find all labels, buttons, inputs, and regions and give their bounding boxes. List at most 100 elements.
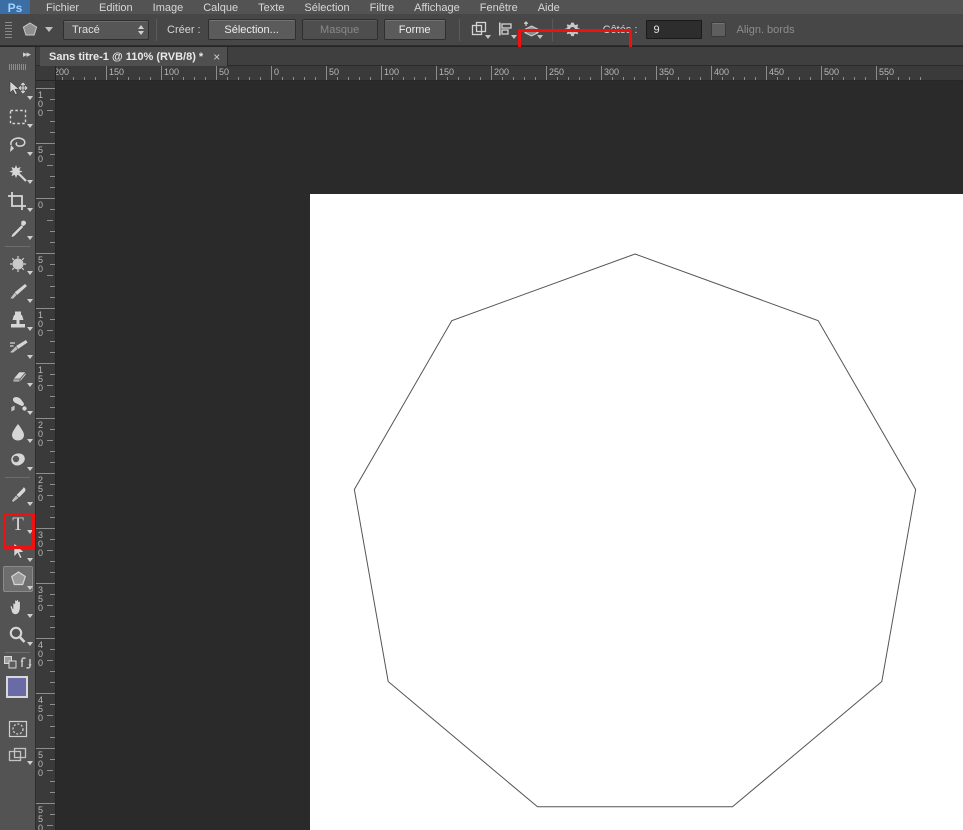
photoshop-window: Ps Fichier Edition Image Calque Texte Sé… [0,0,963,830]
ruler-label-v: 250 [38,475,44,503]
svg-text:T: T [12,514,24,533]
path-selection-tool[interactable] [0,537,36,565]
vertical-ruler[interactable]: 100 50 0 50 100 150 200 250 300 350 400 450 500 550 [36,81,56,830]
ruler-corner[interactable] [36,66,56,81]
sides-input[interactable]: 9 [646,20,703,39]
ruler-label-v: 500 [38,750,44,778]
options-bar-grip[interactable] [4,19,13,40]
shape-mode-select[interactable]: Tracé [63,19,149,40]
options-separator-2 [458,18,460,41]
ruler-label-v: 50 [38,145,44,164]
create-mask-button[interactable]: Masque [301,19,378,40]
quick-mask-icon[interactable] [0,716,36,742]
path-alignment-icon[interactable] [493,18,519,42]
create-shape-button[interactable]: Forme [383,19,446,40]
hand-tool[interactable] [0,593,36,621]
close-icon[interactable]: × [213,50,220,64]
screen-mode-icon[interactable] [0,742,36,768]
spot-healing-brush-tool[interactable] [0,250,36,278]
ruler-label-v: 400 [38,640,44,668]
ruler-label-h: 50 [219,67,230,77]
polygon-path-preview [353,253,917,808]
gear-icon[interactable] [560,18,586,42]
menu-item-edition[interactable]: Edition [89,2,143,14]
ruler-label-v: 200 [38,420,44,448]
menu-item-texte[interactable]: Texte [248,2,294,14]
horizontal-ruler[interactable]: 2001501005005010015020025030035040045050… [56,66,963,81]
menu-item-affichage[interactable]: Affichage [404,2,470,14]
ruler-label-h: 400 [714,67,730,77]
crop-tool[interactable] [0,187,36,215]
photoshop-logo-icon: Ps [0,0,30,14]
polygon-tool[interactable] [0,565,36,593]
ruler-label-h: 450 [769,67,785,77]
ruler-label-h: 550 [879,67,895,77]
blur-tool[interactable] [0,418,36,446]
tool-preset-chevron-down-icon[interactable] [45,27,53,32]
ruler-label-h: 150 [439,67,455,77]
color-controls-row [0,655,35,675]
menu-item-calque[interactable]: Calque [193,2,248,14]
eyedropper-tool[interactable] [0,215,36,243]
create-selection-button[interactable]: Sélection... [207,19,296,40]
document-tab[interactable]: Sans titre-1 @ 110% (RVB/8) * × [40,47,229,66]
stepper-arrows-icon[interactable] [138,24,144,35]
create-label: Créer : [167,23,201,36]
move-tool[interactable] [0,75,36,103]
options-separator-1 [156,18,157,41]
ruler-label-h: 50 [329,67,340,77]
path-operations-icon[interactable] [467,18,493,42]
foreground-color-swatch[interactable] [6,676,28,698]
ruler-label-h: 250 [549,67,565,77]
ruler-label-v: 150 [38,365,44,393]
tools-divider-3 [5,652,30,653]
photoshop-logo-text: Ps [7,1,23,14]
ruler-label-h: 100 [164,67,180,77]
ruler-label-h: 350 [659,67,675,77]
menu-item-fichier[interactable]: Fichier [36,2,89,14]
default-colors-icon[interactable] [4,655,19,675]
ruler-label-h: 150 [109,67,125,77]
ruler-label-h: 500 [824,67,840,77]
canvas-area[interactable] [56,81,963,830]
document-tab-title: Sans titre-1 @ 110% (RVB/8) * [49,50,204,63]
eraser-tool[interactable] [0,362,36,390]
sides-label: Côtés : [602,23,638,36]
ruler-label-v: 100 [38,310,44,338]
menu-bar: Ps Fichier Edition Image Calque Texte Sé… [0,0,963,14]
menu-item-fenetre[interactable]: Fenêtre [470,2,528,14]
dodge-tool[interactable] [0,446,36,474]
brush-tool[interactable] [0,278,36,306]
tools-panel: ▸▸ T [0,47,38,830]
ruler-label-v: 300 [38,530,44,558]
options-bar: Tracé Créer : Sélection... Masque Forme [0,14,963,59]
menu-item-aide[interactable]: Aide [528,2,570,14]
ruler-label-h: 100 [384,67,400,77]
type-tool[interactable]: T [0,509,36,537]
pen-tool[interactable] [0,481,36,509]
document-canvas[interactable] [310,194,963,830]
path-arrangement-icon[interactable] [519,18,545,42]
menu-item-filtre[interactable]: Filtre [360,2,404,14]
zoom-tool[interactable] [0,621,36,649]
ruler-label-h: 200 [494,67,510,77]
rectangular-marquee-tool[interactable] [0,103,36,131]
tools-panel-expand[interactable]: ▸▸ [0,47,35,61]
gradient-tool[interactable] [0,390,36,418]
document-tab-bar: Sans titre-1 @ 110% (RVB/8) * × [36,47,963,66]
tools-panel-grip[interactable] [9,62,26,72]
swap-colors-icon[interactable] [19,656,34,675]
ruler-label-h: 300 [604,67,620,77]
magic-wand-tool[interactable] [0,159,36,187]
menu-item-selection[interactable]: Sélection [294,2,359,14]
ruler-label-h: 0 [274,67,280,77]
ruler-label-h: 200 [56,67,70,77]
history-brush-tool[interactable] [0,334,36,362]
polygon-shape-icon[interactable] [17,18,43,42]
align-edges-checkbox[interactable] [711,22,727,37]
menu-item-image[interactable]: Image [143,2,194,14]
double-chevron-right-icon[interactable]: ▸▸ [23,49,31,60]
ruler-label-v: 100 [38,90,44,118]
lasso-tool[interactable] [0,131,36,159]
clone-stamp-tool[interactable] [0,306,36,334]
